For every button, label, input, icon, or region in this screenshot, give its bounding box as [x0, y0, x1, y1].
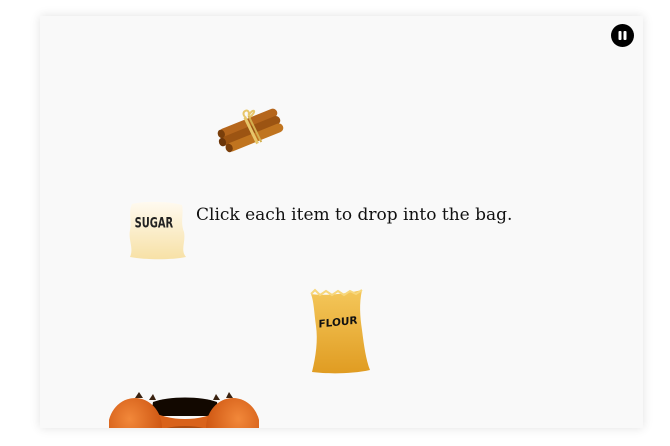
sugar-item[interactable]: SUGAR: [126, 200, 188, 260]
cinnamon-sticks-icon: [217, 108, 284, 153]
sugar-sack-icon: SUGAR: [129, 201, 186, 260]
flour-sack-icon: FLOUR: [310, 288, 370, 374]
instructions-text: Click each item to drop into the bag.: [196, 205, 513, 225]
cinnamon-item[interactable]: [216, 104, 286, 156]
pause-button[interactable]: [611, 24, 634, 47]
sugar-label: SUGAR: [135, 215, 174, 231]
flour-item[interactable]: FLOUR: [306, 288, 372, 376]
drop-bag: [108, 384, 260, 428]
pause-icon: [616, 29, 629, 42]
game-stage: SUGAR Click each item to drop into the b…: [40, 16, 643, 428]
